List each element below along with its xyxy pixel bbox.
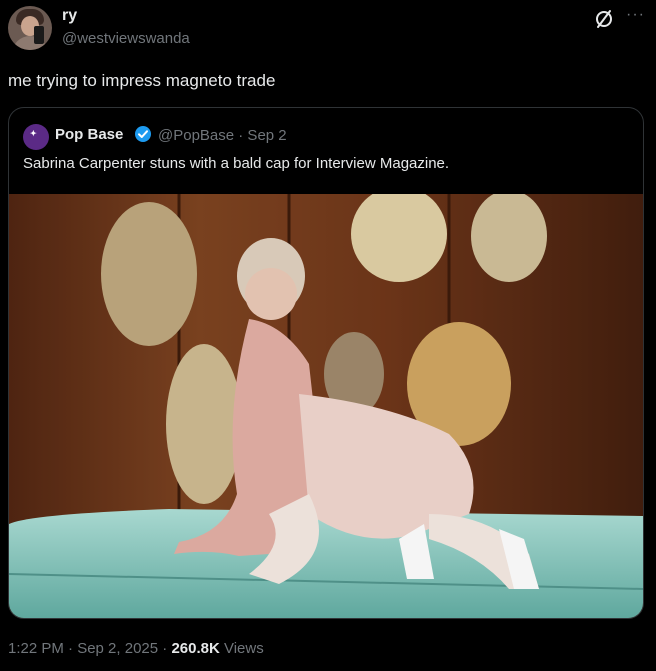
quoted-tweet-card[interactable]: ✦ Pop Base @PopBase · Sep 2 Sabrina Carp…	[8, 107, 644, 619]
more-options-icon[interactable]: ···	[626, 6, 645, 24]
verified-badge-icon	[135, 126, 151, 142]
tweet-footer: 1:22 PM · Sep 2, 2025 · 260.8K Views	[8, 640, 264, 657]
quoted-tweet-photo[interactable]	[9, 194, 643, 618]
views-label: Views	[219, 640, 264, 657]
tweet-header: ry @westviewswanda ···	[0, 0, 656, 60]
author-handle[interactable]: @westviewswanda	[62, 30, 190, 47]
photo-illustration	[9, 194, 643, 618]
author-display-name[interactable]: ry	[62, 7, 77, 25]
author-avatar[interactable]	[8, 6, 52, 50]
quoted-tweet-text: Sabrina Carpenter stuns with a bald cap …	[23, 155, 450, 172]
quoted-author-avatar[interactable]: ✦	[23, 124, 49, 150]
popbase-logo-icon: ✦	[30, 129, 37, 138]
quoted-author-handle-date[interactable]: @PopBase · Sep 2	[158, 127, 287, 144]
quoted-author-name[interactable]: Pop Base	[55, 126, 123, 143]
tweet-text: me trying to impress magneto trade	[8, 71, 276, 90]
grok-icon[interactable]	[593, 8, 615, 30]
views-count[interactable]: 260.8K	[171, 640, 219, 657]
tweet-timestamp[interactable]: 1:22 PM · Sep 2, 2025 ·	[8, 640, 171, 657]
avatar-phone	[34, 26, 44, 44]
